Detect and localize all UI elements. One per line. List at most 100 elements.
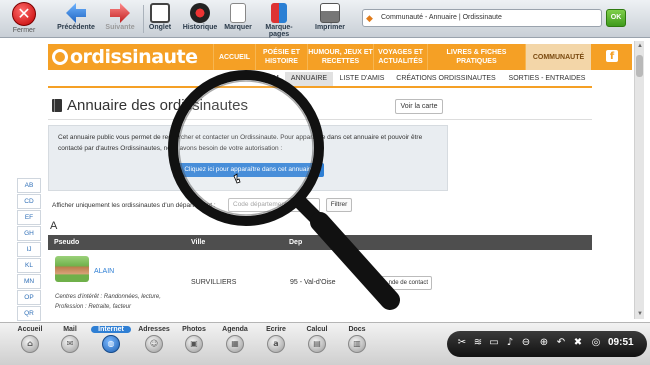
logo-text: ordissinaute	[70, 46, 198, 68]
tab-label: Onglet	[148, 24, 172, 31]
history-icon	[190, 3, 210, 23]
scroll-thumb[interactable]	[636, 55, 643, 77]
close-button[interactable]: ✕ Fermer	[2, 1, 46, 37]
close-label: Fermer	[12, 27, 36, 34]
user-name-link[interactable]: ALAIN	[94, 268, 114, 275]
scroll-down-icon[interactable]: ▼	[636, 310, 644, 318]
subnav-forum[interactable]: FORUM	[248, 72, 284, 86]
filter-button[interactable]: Filtrer	[326, 198, 352, 212]
section-letter: A	[50, 220, 58, 232]
forward-button[interactable]: Suivante	[100, 3, 140, 35]
scroll-up-icon[interactable]: ▲	[636, 42, 644, 50]
alpha-filter-ab[interactable]: AB	[17, 178, 41, 193]
dock-agenda[interactable]: Agenda ▦	[215, 326, 255, 353]
back-arrow-icon	[66, 3, 86, 23]
nav-communaute[interactable]: COMMUNAUTÉ	[525, 44, 591, 70]
column-pseudo: Pseudo	[54, 239, 80, 246]
page-scrollbar[interactable]: ▲ ▼	[634, 41, 644, 319]
nav-poesie[interactable]: POÉSIE ET HISTOIRE	[255, 44, 307, 70]
zoom-in-icon[interactable]: ⊕	[538, 337, 550, 349]
calendar-icon: ▦	[226, 335, 244, 353]
subnav-underline	[48, 86, 592, 88]
facebook-icon[interactable]: f	[606, 50, 618, 62]
tab-icon	[150, 3, 170, 23]
subnav-amis[interactable]: LISTE D'AMIS	[335, 72, 389, 86]
dock-adresses[interactable]: Adresses ☺	[134, 326, 174, 353]
contacts-icon: ☺	[145, 335, 163, 353]
dock-label: Adresses	[138, 326, 170, 333]
bookmark-label: Marquer	[224, 24, 252, 31]
dock-label: Mail	[63, 326, 77, 333]
alpha-filter-cd[interactable]: CD	[17, 194, 41, 209]
url-bar[interactable]: Communauté - Annuaire | Ordissinaute	[362, 9, 602, 27]
avatar[interactable]	[55, 256, 89, 282]
dock-calcul[interactable]: Calcul ▤	[297, 326, 337, 353]
globe-icon: ◍	[102, 335, 120, 353]
user-interests: Centres d'intérêt : Randonnées, lecture,	[55, 294, 161, 300]
tab-button[interactable]: Onglet	[146, 3, 174, 35]
nav-accueil[interactable]: ACCUEIL	[213, 44, 255, 70]
dock-docs[interactable]: Docs ▥	[337, 326, 377, 353]
dock-label: Calcul	[306, 326, 328, 333]
contact-request-button[interactable]: nde de contact	[378, 276, 432, 290]
view-map-button[interactable]: Voir la carte	[395, 99, 443, 114]
undo-icon[interactable]: ↶	[555, 337, 567, 349]
table-header: Pseudo Ville Dep	[48, 235, 592, 250]
bookmarks-button[interactable]: Marque-pages	[256, 3, 302, 38]
zoom-out-icon[interactable]: ⊖	[520, 337, 532, 349]
history-label: Historique	[182, 24, 218, 31]
close-icon: ✕	[12, 2, 36, 26]
bookmark-button[interactable]: Marquer	[222, 3, 254, 35]
history-button[interactable]: Historique	[180, 3, 220, 35]
toolbar-separator	[143, 5, 144, 33]
dock-accueil[interactable]: Accueil ⌂	[10, 326, 50, 353]
volume-icon[interactable]: ♪	[504, 337, 516, 349]
logo-ring-icon	[52, 49, 68, 65]
wifi-icon[interactable]: ≋	[472, 337, 484, 349]
nav-livres[interactable]: LIVRES & FICHES PRATIQUES	[427, 44, 525, 70]
dock-label: Ecrire	[266, 326, 286, 333]
subnav-annuaire[interactable]: ANNUAIRE	[285, 72, 333, 86]
tools-icon[interactable]: ✂	[456, 337, 468, 349]
subnav-sorties[interactable]: SORTIES - ENTRAIDES	[502, 72, 592, 86]
clock: 09:51	[608, 337, 634, 348]
alpha-filter-kl[interactable]: KL	[17, 258, 41, 273]
department-input[interactable]: Code département (ex	[228, 198, 320, 212]
forward-arrow-icon	[110, 3, 130, 23]
nav-voyages[interactable]: VOYAGES ET ACTUALITÉS	[373, 44, 427, 70]
dock-label: Internet	[91, 326, 131, 333]
nav-humour[interactable]: HUMOUR, JEUX ET RECETTES	[307, 44, 373, 70]
department-filter-label: Afficher uniquement les ordissinautes d'…	[52, 202, 216, 209]
docs-icon: ▥	[348, 335, 366, 353]
dock-mail[interactable]: Mail ✉	[50, 326, 90, 353]
alpha-filter-gh[interactable]: GH	[17, 226, 41, 241]
dock-photos[interactable]: Photos ▣	[174, 326, 214, 353]
user-profession: Profession : Retraite, facteur	[55, 304, 132, 310]
dock-ecrire[interactable]: Ecrire a	[256, 326, 296, 353]
alpha-filter-mn[interactable]: MN	[17, 274, 41, 289]
site-logo[interactable]: ordissinaute	[52, 45, 198, 69]
dock-label: Docs	[348, 326, 366, 333]
calculator-icon: ▤	[308, 335, 326, 353]
dock-internet[interactable]: Internet ◍	[91, 326, 131, 353]
appear-in-directory-button[interactable]: Cliquez ici pour apparaître dans cet ann…	[174, 163, 324, 177]
go-button[interactable]: OK	[606, 9, 626, 27]
back-button[interactable]: Précédente	[54, 3, 98, 35]
dock-label: Photos	[182, 326, 206, 333]
help-icon[interactable]: ◎	[590, 337, 602, 349]
alpha-filter-op[interactable]: OP	[17, 290, 41, 305]
print-label: Imprimer	[315, 24, 345, 31]
trash-icon[interactable]: ✖	[572, 337, 584, 349]
alpha-filter-qr[interactable]: QR	[17, 306, 41, 321]
user-department: 95 - Val-d'Oise	[290, 279, 336, 286]
bookmarks-icon	[271, 3, 287, 23]
alpha-filter-ij[interactable]: IJ	[17, 242, 41, 257]
user-city: SURVILLIERS	[191, 279, 237, 286]
battery-icon[interactable]: ▭	[488, 337, 500, 349]
print-button[interactable]: Imprimer	[312, 3, 348, 35]
forward-label: Suivante	[105, 24, 135, 31]
alpha-filter-ef[interactable]: EF	[17, 210, 41, 225]
dock-label: Agenda	[222, 326, 248, 333]
subnav-creations[interactable]: CRÉATIONS ORDISSINAUTES	[394, 72, 498, 86]
back-label: Précédente	[57, 24, 95, 31]
